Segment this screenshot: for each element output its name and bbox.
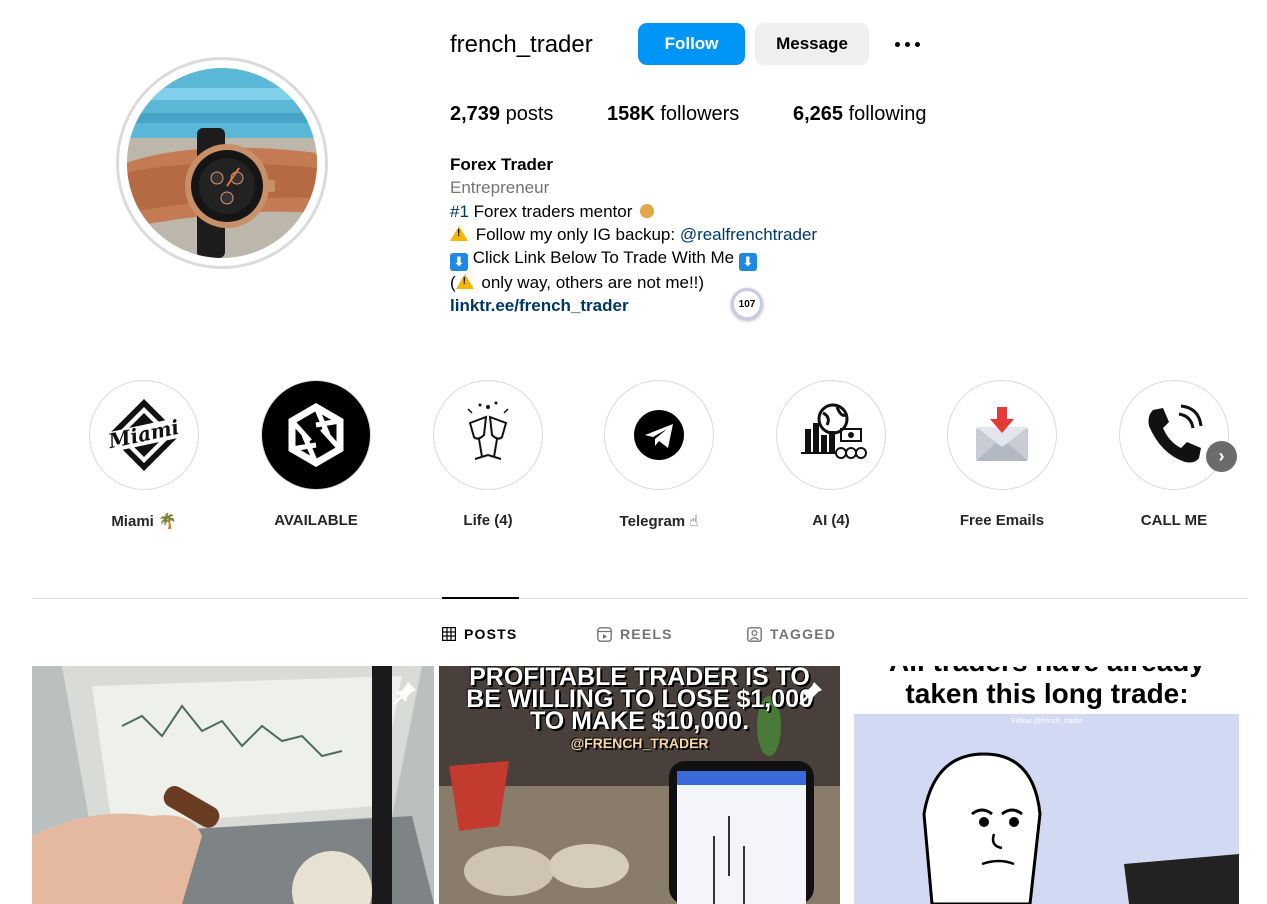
highlight-telegram[interactable]: Telegram ☝ bbox=[589, 380, 729, 530]
profile-username: french_trader bbox=[450, 31, 593, 58]
posts-count-value: 2,739 bbox=[450, 103, 501, 125]
highlight-free-emails[interactable]: Free Emails bbox=[932, 380, 1072, 529]
highlight-cover bbox=[261, 380, 371, 490]
champagne-glasses-icon bbox=[467, 401, 509, 460]
highlight-label: AVAILABLE bbox=[274, 512, 358, 529]
money-bag-icon bbox=[640, 203, 655, 218]
tab-posts[interactable]: POSTS bbox=[442, 624, 517, 644]
tab-label: POSTS bbox=[464, 626, 518, 642]
warning-icon bbox=[455, 274, 474, 290]
post-title-top: All traders have already bbox=[847, 666, 1247, 678]
followers-count-value: 158K bbox=[607, 103, 655, 125]
post-overlay-line-3: TO MAKE $10,000. bbox=[529, 707, 750, 735]
message-button[interactable]: Message bbox=[755, 23, 869, 65]
post-title: taken this long trade: bbox=[905, 678, 1189, 709]
bio-name: Forex Trader bbox=[450, 155, 553, 174]
bio-category: Entrepreneur bbox=[450, 178, 550, 198]
post-thumbnail[interactable] bbox=[32, 666, 434, 904]
highlight-cover bbox=[947, 380, 1057, 490]
profile-avatar-ring[interactable] bbox=[116, 57, 328, 269]
highlight-cover bbox=[433, 380, 543, 490]
reels-icon bbox=[597, 626, 612, 642]
followers-count-label: followers bbox=[660, 103, 740, 125]
tab-label: TAGGED bbox=[770, 626, 837, 642]
post-overlay-handle: @FRENCH_TRADER bbox=[570, 735, 709, 751]
phone-call-icon bbox=[1148, 404, 1203, 463]
highlights-next-button[interactable]: › bbox=[1206, 441, 1237, 472]
highlight-cover bbox=[776, 380, 886, 490]
highlight-label: Life (4) bbox=[463, 512, 513, 529]
posts-count: 2,739 posts bbox=[450, 101, 553, 127]
post-thumbnail[interactable]: All traders have already taken this long… bbox=[847, 666, 1247, 904]
bio-line-2-text: Follow my only IG backup: bbox=[471, 224, 680, 244]
profile-avatar[interactable] bbox=[127, 68, 317, 258]
tab-tagged[interactable]: TAGGED bbox=[747, 624, 836, 644]
highlight-label: AI (4) bbox=[812, 512, 850, 529]
posts-count-label: posts bbox=[505, 103, 554, 125]
bio-line-1-text: Forex traders mentor bbox=[468, 201, 638, 221]
more-options-icon[interactable] bbox=[890, 30, 924, 58]
following-count-label: following bbox=[848, 103, 927, 125]
active-tab-indicator bbox=[442, 597, 519, 599]
hashtag-link[interactable]: #1 bbox=[450, 202, 469, 221]
highlight-cover bbox=[604, 380, 714, 490]
mention-link[interactable]: @realfrenchtrader bbox=[680, 225, 817, 244]
highlight-label: Free Emails bbox=[959, 512, 1045, 529]
profile-bio: Forex Trader Entrepreneur #1 Forex trade… bbox=[450, 153, 970, 318]
pinned-icon bbox=[799, 682, 822, 705]
miami-logo-icon: Miami bbox=[100, 399, 188, 471]
grid-icon bbox=[442, 627, 456, 641]
bio-line-2: Follow my only IG backup: @realfrenchtra… bbox=[450, 223, 970, 246]
bio-line-3-text: Click Link Below To Trade With Me bbox=[468, 248, 739, 268]
aperture-icon bbox=[288, 402, 344, 468]
telegram-icon bbox=[634, 410, 684, 460]
down-arrow-icon: ⬇ bbox=[738, 253, 757, 272]
highlight-label: Miami 🌴 bbox=[111, 513, 177, 530]
highlight-cover bbox=[1119, 380, 1229, 490]
highlight-label: CALL ME bbox=[1140, 512, 1208, 529]
bio-external-link[interactable]: linktr.ee/french_trader bbox=[450, 294, 970, 317]
highlight-cover: Miami bbox=[89, 380, 199, 490]
tab-label: REELS bbox=[620, 626, 673, 642]
down-arrow-icon: ⬇ bbox=[450, 253, 468, 272]
email-download-icon bbox=[976, 407, 1028, 461]
post-thumbnail[interactable]: PROFITABLE TRADER IS TO BE WILLING TO LO… bbox=[439, 666, 840, 904]
follow-button[interactable]: Follow bbox=[638, 23, 745, 65]
warning-icon bbox=[450, 225, 468, 241]
highlight-ai[interactable]: AI (4) bbox=[761, 380, 901, 529]
post-watermark: Follow @french_trader bbox=[1011, 718, 1083, 725]
post-image bbox=[854, 714, 1239, 904]
extension-badge[interactable]: 107 bbox=[731, 288, 763, 320]
following-link[interactable]: 6,265 following bbox=[793, 101, 926, 127]
pinned-icon bbox=[393, 682, 416, 705]
tagged-icon bbox=[747, 626, 762, 642]
followers-link[interactable]: 158K followers bbox=[607, 101, 739, 127]
post-image bbox=[32, 666, 434, 904]
tab-reels[interactable]: REELS bbox=[597, 624, 673, 644]
tabs-divider bbox=[32, 598, 1247, 599]
highlight-label: Telegram ☝ bbox=[619, 513, 699, 530]
bio-line-4: ( only way, others are not me!!) bbox=[450, 271, 970, 294]
avatar-image bbox=[127, 68, 317, 258]
bio-line-3: ⬇ Click Link Below To Trade With Me ⬇ bbox=[450, 246, 970, 272]
finance-chart-icon bbox=[801, 403, 867, 459]
bio-line-4-text: only way, others are not me!!) bbox=[476, 273, 705, 293]
highlight-life[interactable]: Life (4) bbox=[418, 380, 558, 529]
highlight-miami[interactable]: Miami Miami 🌴 bbox=[74, 380, 214, 530]
following-count-value: 6,265 bbox=[793, 103, 844, 125]
bio-line-1: #1 Forex traders mentor bbox=[450, 200, 970, 223]
highlight-available[interactable]: AVAILABLE bbox=[246, 380, 386, 529]
